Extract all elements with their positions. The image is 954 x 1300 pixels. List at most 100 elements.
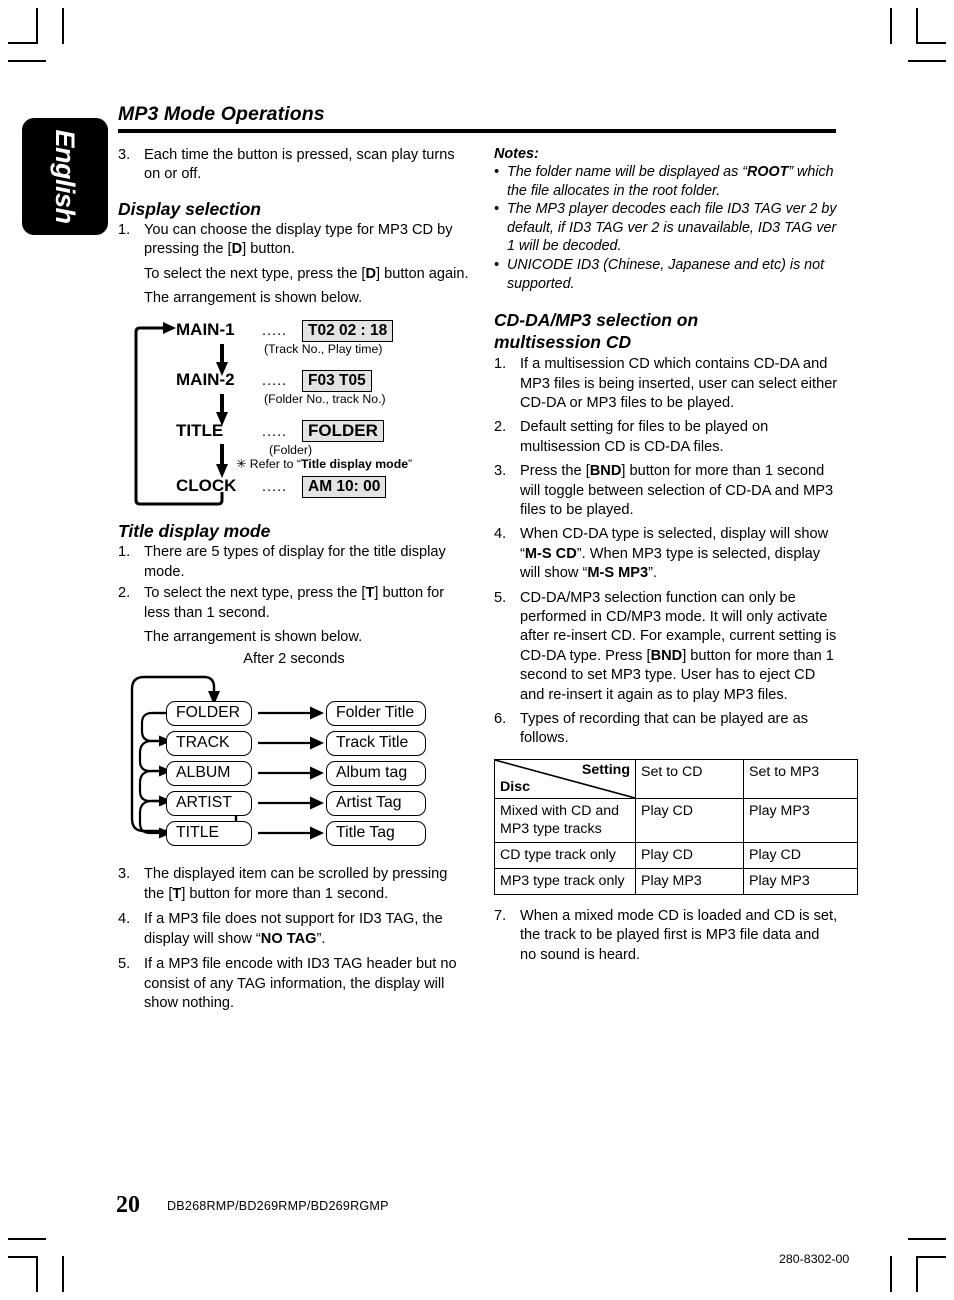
table-cell-set-to-mp3: Play MP3 [743, 797, 858, 843]
table-cell-disc: Mixed with CD and MP3 type tracks [494, 797, 636, 843]
display-value-ms-mp3: M-S MP3 [587, 565, 649, 582]
flow-caption-main1: (Track No., Play time) [264, 342, 383, 357]
table-cell-disc: CD type track only [494, 841, 636, 869]
crop-mark-top-left-horizontal-inner [8, 60, 46, 62]
note-item-unicode: • UNICODE ID3 (Chinese, Japanese and etc… [494, 256, 839, 293]
display-value-ms-cd: M-S CD [524, 545, 577, 562]
list-item-default-setting: 2. Default setting for files to be playe… [494, 418, 839, 457]
list-text: Default setting for files to be played o… [520, 419, 769, 455]
title-result-box-title-tag: Title Tag [326, 821, 426, 847]
notes-heading: Notes: [494, 146, 539, 162]
flow-row-main2: MAIN-2 ..... F03 T05 [176, 370, 372, 393]
flow-label: MAIN-1 [176, 320, 235, 340]
flow-label: CLOCK [176, 476, 237, 496]
title-result-box-album-tag: Album tag [326, 761, 426, 787]
note-text: UNICODE ID3 (Chinese, Japanese and etc) … [507, 256, 825, 292]
table-corner-disc-label: Disc [500, 778, 530, 795]
right-column: Notes: • The folder name will be display… [494, 146, 858, 967]
crop-mark-top-right-vertical-inner [916, 8, 918, 44]
crop-mark-bottom-right-horizontal [916, 1256, 946, 1258]
bullet-icon: • [494, 201, 500, 218]
list-number: 6. [494, 711, 507, 728]
list-text: There are 5 types of display for the tit… [144, 544, 446, 580]
list-text: You can choose the display type for MP3 … [144, 221, 470, 260]
document-code: 280-8302-00 [779, 1252, 850, 1266]
list-item-multisession: 1. If a multisession CD which contains C… [494, 355, 839, 413]
list-item-empty-tag: 5. If a MP3 file encode with ID3 TAG hea… [118, 955, 470, 1013]
text-segment: Press the [ [520, 463, 590, 480]
table-cell-set-to-cd: Play CD [635, 841, 744, 869]
table-cell-set-to-cd: Play MP3 [635, 867, 744, 895]
refer-target: Title display mode [300, 457, 409, 472]
list-number: 3. [118, 147, 131, 163]
table-col-header-set-to-cd: Set to CD [635, 758, 744, 799]
section-heading-cdda-line2: multisession CD [494, 332, 632, 353]
crop-mark-bottom-left-vertical [36, 1256, 38, 1292]
title-result-box-artist-tag: Artist Tag [326, 791, 426, 817]
flow-label: TITLE [176, 421, 224, 441]
list-number: 1. [494, 356, 507, 373]
list-number: 3. [494, 463, 507, 480]
flow-dots: ..... [262, 373, 288, 390]
language-tab-label: English [50, 129, 81, 224]
list-item-recording-types: 6. Types of recording that can be played… [494, 710, 839, 749]
paragraph-arrangement: The arrangement is shown below. [144, 290, 363, 307]
crop-mark-bottom-right-vertical-inner [916, 1256, 918, 1292]
flow-row-main1: MAIN-1 ..... T02 02 : 18 [176, 320, 394, 343]
page-title: MP3 Mode Operations [118, 103, 325, 125]
flow-dots: ..... [262, 479, 288, 496]
flow-caption-main2: (Folder No., track No.) [264, 392, 386, 407]
list-number: 1. [118, 221, 131, 238]
button-ref-t: T [172, 885, 182, 902]
note-text: The MP3 player decodes each file ID3 TAG… [507, 201, 837, 255]
list-item-ms-display: 4. When CD-DA type is selected, display … [494, 525, 839, 583]
text-segment: ] button for more than 1 second. [181, 885, 389, 902]
list-text: The displayed item can be scrolled by pr… [144, 865, 470, 904]
list-number: 7. [494, 907, 507, 924]
list-text: When CD-DA type is selected, display wil… [520, 525, 839, 583]
text-segment: ] button again. [376, 265, 469, 282]
crop-mark-bottom-left-horizontal-inner [8, 1238, 46, 1240]
flow-caption-title: (Folder) [269, 443, 313, 458]
list-number: 5. [494, 589, 507, 606]
table-header-row: Setting Disc Set to CD Set to MP3 [494, 758, 858, 799]
flow-label: MAIN-2 [176, 370, 235, 390]
table-cell-set-to-cd: Play CD [635, 797, 744, 843]
list-text: To select the next type, press the [T] b… [144, 584, 470, 623]
button-ref-bnd: BND [650, 647, 683, 664]
crop-mark-bottom-left-vertical-inner [62, 1256, 64, 1292]
list-item-bnd-toggle: 3. Press the [BND] button for more than … [494, 462, 839, 520]
list-text: Press the [BND] button for more than 1 s… [520, 462, 839, 520]
list-text: If a MP3 file does not support for ID3 T… [144, 910, 470, 949]
note-text: The folder name will be displayed as “RO… [507, 163, 839, 200]
flow-value-box: T02 02 : 18 [302, 320, 394, 343]
table-cell-set-to-mp3: Play MP3 [743, 867, 858, 895]
title-mode-box-title: TITLE [166, 821, 252, 847]
table-corner-cell: Setting Disc [494, 758, 636, 799]
display-selection-flow-diagram: MAIN-1 ..... T02 02 : 18 (Track No., Pla… [118, 316, 470, 506]
table-row: Mixed with CD and MP3 type tracks Play C… [494, 797, 858, 843]
list-text: If a multisession CD which contains CD-D… [520, 356, 838, 411]
text-segment: ”. [316, 930, 326, 947]
text-segment: You can choose the display type for MP3 … [144, 221, 453, 258]
title-mode-box-album: ALBUM [166, 761, 252, 787]
recording-types-table: Setting Disc Set to CD Set to MP3 Mixed … [494, 758, 858, 895]
list-number: 4. [494, 526, 507, 543]
left-column: 3. Each time the button is pressed, scan… [118, 146, 470, 1015]
bullet-icon: • [494, 256, 500, 273]
title-mode-box-track: TRACK [166, 731, 252, 757]
list-text: Types of recording that can be played ar… [520, 711, 808, 747]
button-ref-d: D [365, 265, 377, 282]
flow-value-box: FOLDER [302, 420, 384, 443]
note-item-root-folder: • The folder name will be displayed as “… [494, 163, 839, 200]
list-number: 3. [118, 866, 131, 883]
text-segment: The folder name will be displayed as “ [507, 164, 747, 180]
model-numbers: DB268RMP/BD269RMP/BD269RGMP [167, 1199, 389, 1213]
text-segment: ] button. [242, 241, 295, 258]
table-col-header-set-to-mp3: Set to MP3 [743, 758, 858, 799]
crop-mark-bottom-right-horizontal-inner [908, 1238, 946, 1240]
crop-mark-bottom-right-vertical [890, 1256, 892, 1292]
section-heading-cdda-line1: CD-DA/MP3 selection on [494, 310, 699, 331]
flow-value-box: AM 10: 00 [302, 476, 387, 499]
paragraph-next-type: To select the next type, press the [D] b… [144, 265, 470, 284]
